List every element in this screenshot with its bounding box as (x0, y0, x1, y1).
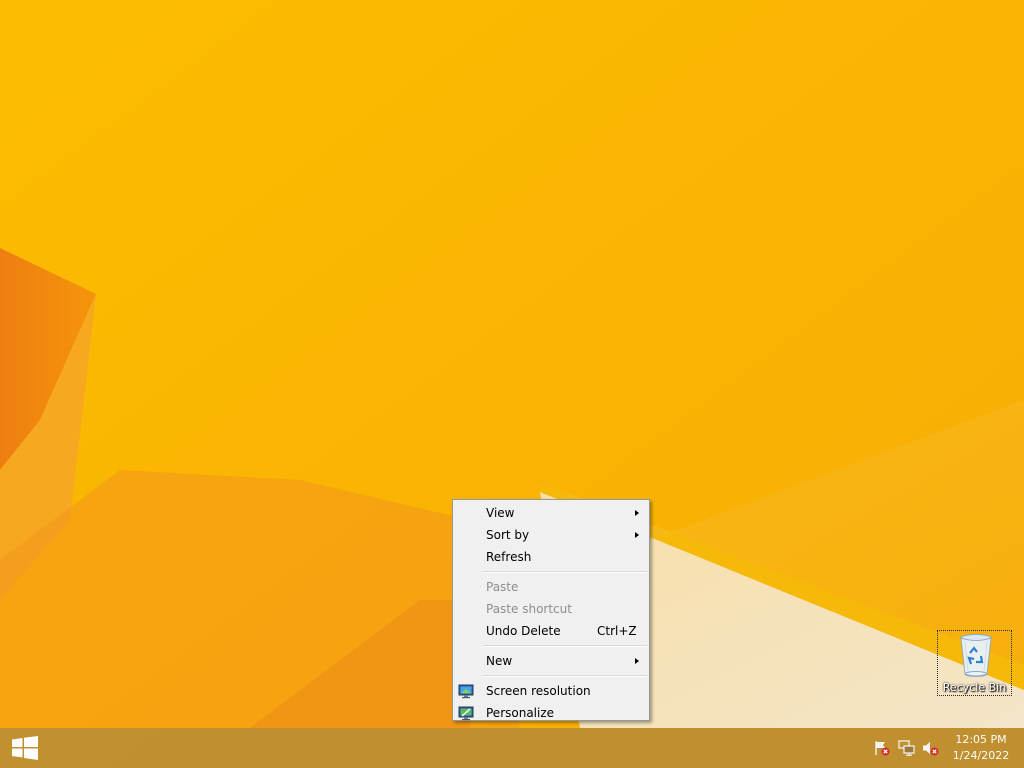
menu-item-paste: Paste (453, 576, 649, 598)
menu-item-label: Refresh (486, 550, 532, 564)
menu-item-screen-resolution[interactable]: Screen resolution (453, 680, 649, 702)
menu-item-paste-shortcut: Paste shortcut (453, 598, 649, 620)
taskbar: 12:05 PM 1/24/2022 (0, 728, 1024, 768)
menu-item-view[interactable]: View (453, 502, 649, 524)
desktop-icon-label: Recycle Bin (942, 681, 1007, 694)
windows-logo-icon (12, 736, 38, 760)
menu-item-label: Personalize (486, 706, 555, 720)
menu-item-label: View (486, 506, 515, 520)
menu-item-label: New (486, 654, 513, 668)
menu-item-sort-by[interactable]: Sort by (453, 524, 649, 546)
menu-item-new[interactable]: New (453, 650, 649, 672)
volume-muted-icon[interactable] (922, 740, 940, 756)
clock-time: 12:05 PM (955, 733, 1007, 746)
menu-item-label: Paste (486, 580, 519, 594)
desktop[interactable]: View Sort by Refresh Paste Paste shortcu… (0, 0, 1024, 768)
menu-separator (483, 675, 647, 677)
menu-item-label: Undo Delete (486, 624, 561, 638)
menu-item-undo-delete[interactable]: Undo Delete Ctrl+Z (453, 620, 649, 642)
submenu-arrow-icon (635, 532, 639, 538)
menu-separator (483, 571, 647, 573)
start-button[interactable] (0, 728, 50, 768)
menu-item-personalize[interactable]: Personalize (453, 702, 649, 724)
menu-item-label: Paste shortcut (486, 602, 572, 616)
menu-item-label: Screen resolution (486, 684, 591, 698)
screen-resolution-icon (458, 684, 474, 699)
clock-date: 1/24/2022 (952, 749, 1010, 762)
taskbar-clock[interactable]: 12:05 PM 1/24/2022 (944, 732, 1018, 764)
personalize-icon (458, 706, 474, 721)
network-icon[interactable] (898, 740, 916, 756)
action-center-flag-icon[interactable] (873, 740, 891, 756)
menu-item-shortcut: Ctrl+Z (597, 624, 637, 638)
desktop-context-menu: View Sort by Refresh Paste Paste shortcu… (452, 499, 650, 721)
menu-item-refresh[interactable]: Refresh (453, 546, 649, 568)
recycle-bin-icon (960, 634, 992, 677)
submenu-arrow-icon (635, 658, 639, 664)
submenu-arrow-icon (635, 510, 639, 516)
menu-item-label: Sort by (486, 528, 530, 542)
menu-separator (483, 645, 647, 647)
desktop-icon-recycle-bin[interactable]: Recycle Bin (937, 630, 1012, 696)
